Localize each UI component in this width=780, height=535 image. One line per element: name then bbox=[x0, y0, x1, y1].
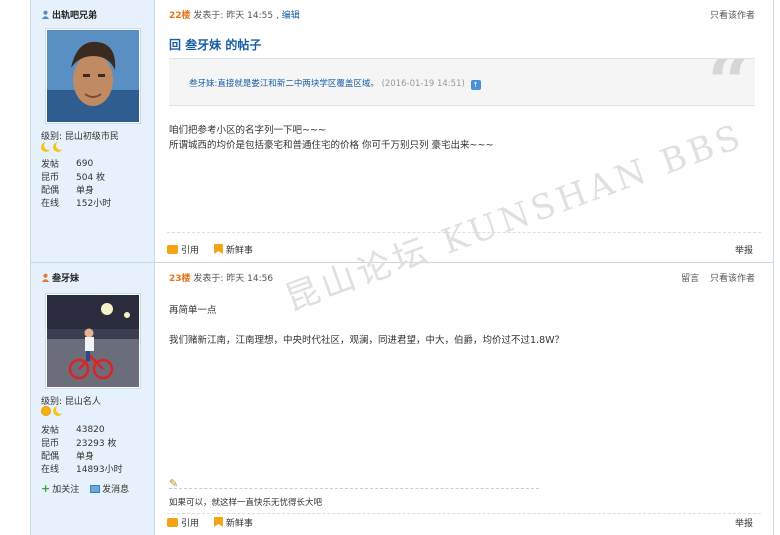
quote-block: “ 叁牙妹:直接就是娄江和新二中两块学区覆盖区域。 (2016-01-19 14… bbox=[169, 58, 755, 106]
edit-link[interactable]: 编辑 bbox=[282, 11, 300, 21]
floor-number[interactable]: 22楼 bbox=[169, 11, 191, 21]
post-title: 回 叁牙妹 的帖子 bbox=[169, 38, 262, 52]
user-stats: 发帖 690 昆币 504 枚 配偶 单身 在线 152小时 bbox=[41, 157, 112, 210]
post-time: 发表于: 昨天 14:56 bbox=[193, 274, 274, 284]
post-meta-actions: 留言 只看该作者 bbox=[673, 271, 755, 284]
quote-icon bbox=[167, 245, 178, 254]
stat-row: 配偶 单身 bbox=[41, 186, 95, 196]
bookmark-icon bbox=[213, 517, 223, 527]
moon-icon bbox=[53, 141, 65, 152]
username[interactable]: 叁牙妹 bbox=[41, 271, 79, 284]
report-button[interactable]: 举报 bbox=[735, 516, 753, 529]
quote-icon bbox=[167, 518, 178, 527]
leave-message-link[interactable]: 留言 bbox=[681, 274, 699, 284]
stat-row: 昆币 23293 枚 bbox=[41, 439, 117, 449]
rank-badges bbox=[41, 141, 65, 155]
user-actions: + 加关注 发消息 bbox=[41, 482, 129, 495]
post-22: 出轨吧兄弟 级别: 昆山初级市民 发帖 690 昆币 504 枚 配偶 单身 在… bbox=[31, 0, 773, 263]
sun-icon bbox=[41, 406, 51, 416]
user-stats: 发帖 43820 昆币 23293 枚 配偶 单身 在线 14893小时 bbox=[41, 423, 123, 476]
avatar-frame bbox=[45, 293, 141, 389]
post-meta: 22楼 发表于: 昨天 14:55 , 编辑 bbox=[169, 8, 300, 21]
stat-row: 发帖 43820 bbox=[41, 424, 105, 437]
floor-number[interactable]: 23楼 bbox=[169, 274, 191, 284]
signature-divider bbox=[169, 488, 539, 489]
bookmark-icon bbox=[213, 244, 223, 254]
user-level: 级别: 昆山初级市民 bbox=[41, 132, 119, 142]
post-actions: 引用 新鲜事 bbox=[167, 516, 265, 529]
quote-text: 叁牙妹:直接就是娄江和新二中两块学区覆盖区域。 (2016-01-19 14:5… bbox=[189, 77, 481, 90]
stat-row: 昆币 504 枚 bbox=[41, 173, 106, 183]
user-online-icon bbox=[41, 10, 50, 19]
post-time: 发表于: 昨天 14:55 , bbox=[193, 11, 279, 21]
stat-row: 在线 14893小时 bbox=[41, 465, 123, 475]
post-actions: 引用 新鲜事 bbox=[167, 243, 265, 256]
fresh-button[interactable]: 新鲜事 bbox=[213, 517, 253, 529]
user-sidebar: 出轨吧兄弟 级别: 昆山初级市民 发帖 690 昆币 504 枚 配偶 单身 在… bbox=[31, 0, 155, 262]
view-author-only-link[interactable]: 只看该作者 bbox=[710, 274, 755, 284]
user-sidebar: 叁牙妹 级别: 昆山名人 发帖 43820 昆币 23293 枚 配偶 单身 在… bbox=[31, 263, 155, 535]
quote-button[interactable]: 引用 bbox=[167, 518, 199, 529]
fresh-button[interactable]: 新鲜事 bbox=[213, 244, 253, 256]
post-meta-actions: 只看该作者 bbox=[702, 8, 755, 21]
envelope-icon bbox=[90, 485, 101, 493]
follow-button[interactable]: + 加关注 bbox=[41, 482, 79, 495]
view-author-only-link[interactable]: 只看该作者 bbox=[710, 11, 755, 21]
quote-mark-icon: “ bbox=[707, 58, 751, 106]
signature: 如果可以，就这样一直快乐无忧得长大吧 bbox=[169, 498, 323, 508]
avatar[interactable] bbox=[47, 30, 139, 122]
post-body: 咱们把参考小区的名字列一下吧~~~ 所谓城西的均价是包括豪宅和普通住宅的价格 你… bbox=[169, 125, 494, 151]
stat-row: 配偶 单身 bbox=[41, 452, 95, 462]
post-body: 再简单一点 我们赌新江南，江南理想，中央时代社区，观澜，同进君望，中大，伯爵，均… bbox=[169, 305, 565, 346]
plus-icon: + bbox=[41, 482, 51, 495]
post-content: 23楼 发表于: 昨天 14:56 留言 只看该作者 再简单一点 我们赌新江南，… bbox=[155, 263, 773, 535]
message-button[interactable]: 发消息 bbox=[82, 485, 129, 495]
stat-row: 发帖 690 bbox=[41, 158, 94, 171]
thread-frame: 出轨吧兄弟 级别: 昆山初级市民 发帖 690 昆币 504 枚 配偶 单身 在… bbox=[30, 0, 774, 535]
goto-quote-icon[interactable]: ↑ bbox=[470, 80, 481, 90]
stat-row: 在线 152小时 bbox=[41, 199, 112, 209]
post-content: 22楼 发表于: 昨天 14:55 , 编辑 只看该作者 回 叁牙妹 的帖子 “… bbox=[155, 0, 773, 262]
moon-icon bbox=[41, 141, 53, 152]
divider bbox=[167, 513, 761, 514]
user-female-icon bbox=[41, 273, 50, 282]
report-button[interactable]: 举报 bbox=[735, 243, 753, 256]
rank-badges bbox=[41, 405, 65, 419]
avatar-frame bbox=[45, 28, 141, 124]
moon-icon bbox=[53, 405, 65, 416]
post-23: 叁牙妹 级别: 昆山名人 发帖 43820 昆币 23293 枚 配偶 单身 在… bbox=[31, 263, 773, 535]
post-meta: 23楼 发表于: 昨天 14:56 bbox=[169, 271, 273, 284]
avatar[interactable] bbox=[47, 295, 139, 387]
username[interactable]: 出轨吧兄弟 bbox=[41, 8, 97, 21]
quote-button[interactable]: 引用 bbox=[167, 245, 199, 256]
divider bbox=[167, 232, 761, 233]
